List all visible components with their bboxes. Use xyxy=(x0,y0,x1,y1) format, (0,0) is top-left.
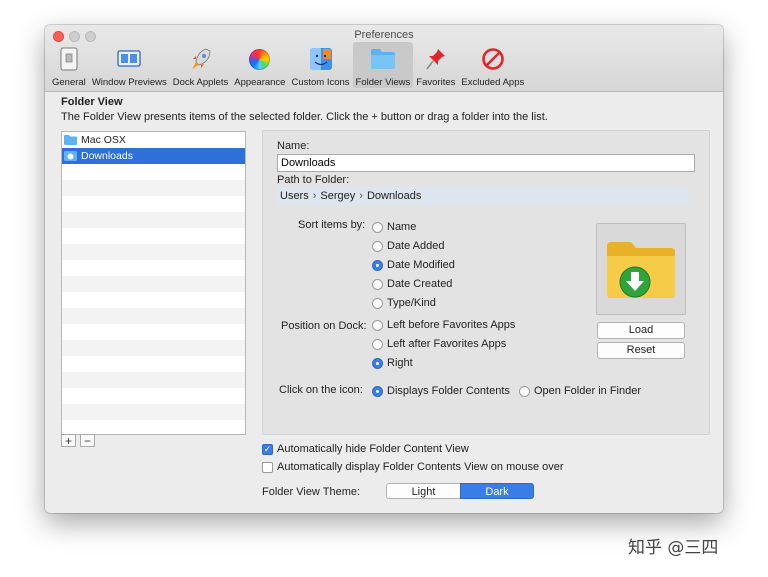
radio-circle xyxy=(372,221,383,233)
radio-label: Name xyxy=(387,221,417,233)
checkbox-label: Automatically display Folder Contents Vi… xyxy=(277,461,564,473)
no-entry-icon xyxy=(480,46,506,72)
general-icon xyxy=(56,46,82,72)
folder-icon-preview[interactable] xyxy=(596,223,686,315)
sort-label: Sort items by: xyxy=(298,219,366,231)
path-segment[interactable]: Sergey xyxy=(320,190,355,202)
path-segment[interactable]: Downloads xyxy=(367,190,421,202)
path-segment[interactable]: Users xyxy=(280,190,309,202)
theme-label: Folder View Theme: xyxy=(262,486,361,498)
add-folder-button[interactable]: + xyxy=(61,434,76,447)
checkbox-box xyxy=(262,461,273,473)
radio-label: Type/Kind xyxy=(387,297,436,309)
sort-date-created-radio[interactable]: Date Created xyxy=(372,278,452,290)
name-label: Name: xyxy=(277,140,310,152)
position-left-before-radio[interactable]: Left before Favorites Apps xyxy=(372,319,515,331)
tab-folder-views-label: Folder Views xyxy=(355,77,411,88)
radio-label: Open Folder in Finder xyxy=(534,385,641,397)
section-description: The Folder View presents items of the se… xyxy=(61,111,548,123)
radio-label: Date Modified xyxy=(387,259,455,271)
position-label: Position on Dock: xyxy=(281,320,367,332)
list-item[interactable]: Mac OSX xyxy=(62,132,245,148)
name-input[interactable] xyxy=(277,154,695,172)
position-left-after-radio[interactable]: Left after Favorites Apps xyxy=(372,338,506,350)
sort-date-added-radio[interactable]: Date Added xyxy=(372,240,445,252)
section-title: Folder View xyxy=(61,96,123,108)
downloads-folder-icon xyxy=(607,242,675,298)
radio-circle xyxy=(372,259,383,271)
radio-circle xyxy=(372,297,383,309)
folder-detail-panel: Name: Path to Folder: Users›Sergey›Downl… xyxy=(262,130,710,435)
tab-folder-views[interactable]: Folder Views xyxy=(352,42,414,88)
click-open-finder-radio[interactable]: Open Folder in Finder xyxy=(519,385,641,397)
preferences-toolbar: General Window Previews Dock Applets App… xyxy=(49,42,527,88)
radio-circle xyxy=(372,319,383,331)
pin-icon xyxy=(423,46,449,72)
title-bar: Preferences General Window Previews Dock… xyxy=(45,25,723,92)
click-label: Click on the icon: xyxy=(279,384,363,396)
remove-folder-button[interactable]: − xyxy=(80,434,95,447)
tab-general-label: General xyxy=(52,77,86,88)
list-item[interactable]: Downloads xyxy=(62,148,245,164)
window-previews-icon xyxy=(116,46,142,72)
sort-type-radio[interactable]: Type/Kind xyxy=(372,297,436,309)
checkbox-label: Automatically hide Folder Content View xyxy=(277,443,469,455)
tab-general[interactable]: General xyxy=(49,42,89,88)
watermark: 知乎 @三四 xyxy=(628,538,719,558)
path-control[interactable]: Users › Sergey › Downloads xyxy=(277,187,689,205)
tab-excluded-apps[interactable]: Excluded Apps xyxy=(458,42,527,88)
downloads-folder-icon xyxy=(64,151,77,161)
auto-hide-checkbox[interactable]: ✓ Automatically hide Folder Content View xyxy=(262,443,469,455)
tab-window-previews-label: Window Previews xyxy=(91,77,167,88)
path-label: Path to Folder: xyxy=(277,174,350,186)
folder-icon xyxy=(370,46,396,72)
folder-list[interactable]: Mac OSX Downloads xyxy=(61,131,246,435)
load-button[interactable]: Load xyxy=(597,322,685,339)
tab-favorites-label: Favorites xyxy=(416,77,456,88)
path-separator: › xyxy=(312,190,317,202)
tab-dock-applets[interactable]: Dock Applets xyxy=(170,42,231,88)
tab-excluded-apps-label: Excluded Apps xyxy=(461,77,525,88)
radio-circle xyxy=(519,385,530,397)
list-item-label: Downloads xyxy=(81,150,133,162)
position-right-radio[interactable]: Right xyxy=(372,357,413,369)
tab-favorites[interactable]: Favorites xyxy=(413,42,458,88)
click-display-contents-radio[interactable]: Displays Folder Contents xyxy=(372,385,510,397)
preferences-window: Preferences General Window Previews Dock… xyxy=(45,25,723,513)
tab-window-previews[interactable]: Window Previews xyxy=(89,42,170,88)
radio-circle xyxy=(372,240,383,252)
reset-button[interactable]: Reset xyxy=(597,342,685,359)
folder-icon xyxy=(64,135,77,145)
theme-dark-option[interactable]: Dark xyxy=(460,483,534,499)
radio-circle xyxy=(372,385,383,397)
radio-label: Right xyxy=(387,357,413,369)
tab-appearance[interactable]: Appearance xyxy=(231,42,288,88)
radio-label: Displays Folder Contents xyxy=(387,385,510,397)
theme-light-option[interactable]: Light xyxy=(386,483,460,499)
radio-label: Date Added xyxy=(387,240,445,252)
tab-custom-icons-label: Custom Icons xyxy=(291,77,350,88)
radio-circle xyxy=(372,278,383,290)
window-title: Preferences xyxy=(354,29,414,41)
path-separator: › xyxy=(359,190,363,202)
theme-segmented-control[interactable]: Light Dark xyxy=(386,483,534,499)
color-wheel-icon xyxy=(247,46,273,72)
check-icon: ✓ xyxy=(262,443,273,455)
tab-appearance-label: Appearance xyxy=(234,77,286,88)
radio-circle xyxy=(372,338,383,350)
radio-label: Left after Favorites Apps xyxy=(387,338,507,350)
auto-display-checkbox[interactable]: Automatically display Folder Contents Vi… xyxy=(262,461,564,473)
radio-label: Left before Favorites Apps xyxy=(387,319,516,331)
list-item-label: Mac OSX xyxy=(81,134,126,146)
tab-custom-icons[interactable]: Custom Icons xyxy=(288,42,352,88)
radio-circle xyxy=(372,357,383,369)
sort-name-radio[interactable]: Name xyxy=(372,221,416,233)
sort-date-modified-radio[interactable]: Date Modified xyxy=(372,259,455,271)
tab-dock-applets-label: Dock Applets xyxy=(172,77,229,88)
finder-icon xyxy=(308,46,334,72)
radio-label: Date Created xyxy=(387,278,453,290)
rocket-icon xyxy=(188,46,214,72)
